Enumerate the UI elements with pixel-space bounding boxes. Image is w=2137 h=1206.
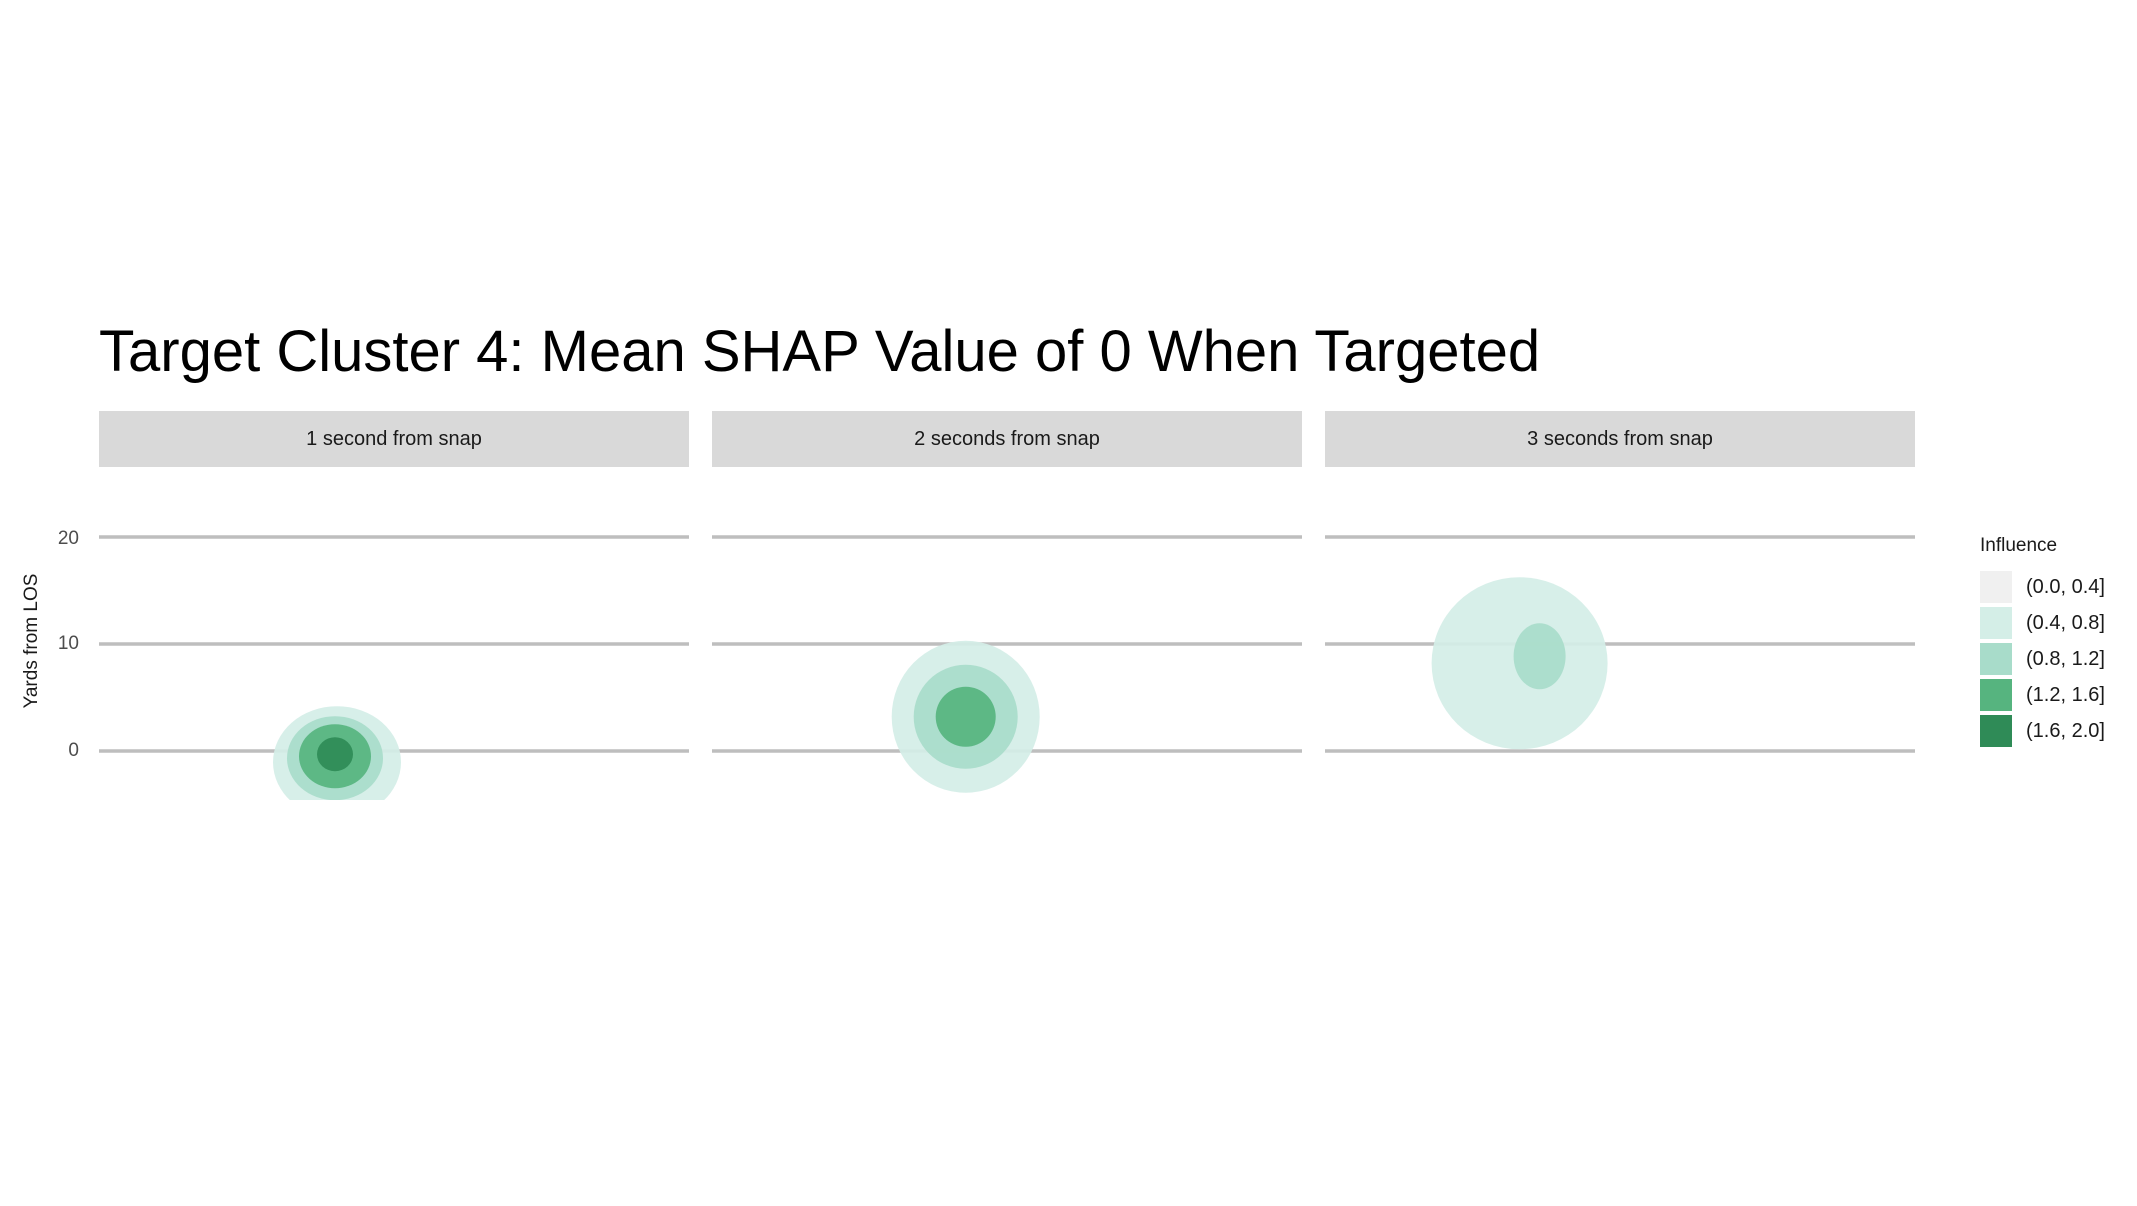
panel-3: [1325, 535, 1915, 753]
legend: Influence (0.0, 0.4] (0.4, 0.8] (0.8, 1.…: [1980, 535, 2105, 749]
legend-swatch-2: [1980, 607, 2012, 639]
contour-level-2-panel-3: [1513, 623, 1566, 690]
chart: Target Cluster 4: Mean SHAP Value of 0 W…: [0, 0, 2137, 1206]
legend-swatch-5: [1980, 715, 2012, 747]
legend-item-2: (0.4, 0.8]: [1980, 605, 2105, 641]
legend-item-5: (1.6, 2.0]: [1980, 713, 2105, 749]
legend-item-4: (1.2, 1.6]: [1980, 677, 2105, 713]
panel-1: [99, 535, 689, 800]
legend-item-3: (0.8, 1.2]: [1980, 641, 2105, 677]
legend-label-1: (0.0, 0.4]: [2026, 575, 2105, 598]
legend-swatch-3: [1980, 643, 2012, 675]
legend-item-1: (0.0, 0.4]: [1980, 569, 2105, 605]
plot-area: [99, 535, 1915, 800]
legend-title: Influence: [1980, 535, 2058, 556]
legend-label-3: (0.8, 1.2]: [2026, 647, 2105, 670]
legend-swatch-1: [1980, 571, 2012, 603]
legend-swatch-4: [1980, 679, 2012, 711]
panel-2: [712, 535, 1302, 793]
legend-label-5: (1.6, 2.0]: [2026, 719, 2105, 742]
contour-level-3-panel-2: [935, 686, 996, 747]
legend-label-4: (1.2, 1.6]: [2026, 683, 2105, 706]
legend-label-2: (0.4, 0.8]: [2026, 611, 2105, 634]
contour-level-4-panel-1: [317, 737, 353, 772]
